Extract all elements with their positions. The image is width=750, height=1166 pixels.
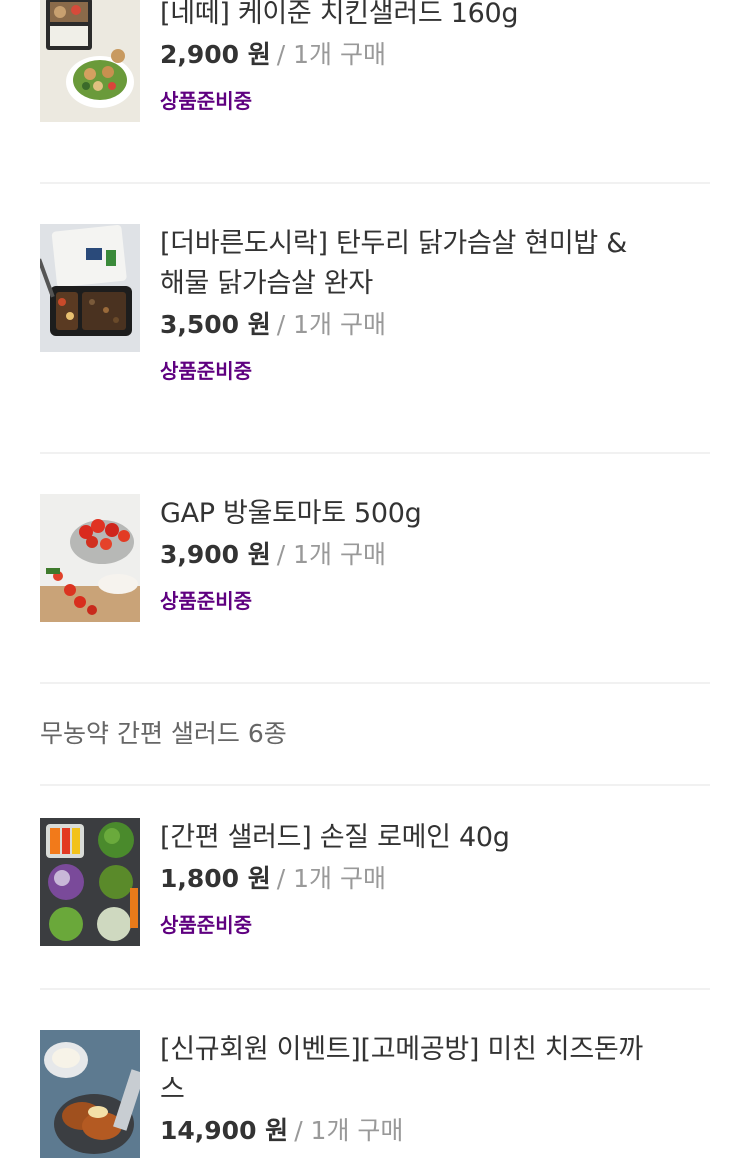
order-status-badge: 상품준비중	[160, 589, 252, 613]
divider	[40, 452, 710, 454]
order-status-badge: 상품준비중	[160, 89, 252, 113]
product-name[interactable]: [더바른도시락] 탄두리 닭가슴살 현미밥 & 해물 닭가슴살 완자	[160, 224, 710, 304]
purchase-quantity: / 1개 구매	[276, 540, 387, 569]
product-name[interactable]: GAP 방울토마토 500g	[160, 494, 710, 534]
purchase-quantity: / 1개 구매	[276, 864, 387, 893]
order-item-list[interactable]: [네떼] 케이준 치킨샐러드 160g 2,900 원/ 1개 구매 상품준비중	[0, 0, 750, 1166]
divider	[40, 988, 710, 990]
product-name[interactable]: [신규회원 이벤트][고메공방] 미친 치즈돈까 스	[160, 1030, 710, 1110]
divider	[40, 784, 710, 786]
product-name[interactable]: [간편 샐러드] 손질 로메인 40g	[160, 818, 710, 858]
product-price: 14,900 원	[160, 1116, 289, 1145]
purchase-quantity: / 1개 구매	[276, 310, 387, 339]
product-thumbnail-cherry-tomato[interactable]	[40, 494, 140, 622]
product-thumbnail-lunchbox[interactable]	[40, 224, 140, 352]
order-status-badge: 상품준비중	[160, 359, 252, 383]
product-name[interactable]: [네떼] 케이준 치킨샐러드 160g	[160, 0, 710, 34]
package-group-label: 무농약 간편 샐러드 6종	[40, 719, 287, 748]
product-price: 1,800 원	[160, 864, 271, 893]
purchase-quantity: / 1개 구매	[276, 40, 387, 69]
product-thumbnail-chicken-salad[interactable]	[40, 0, 140, 122]
product-thumbnail-romaine[interactable]	[40, 818, 140, 946]
product-price: 2,900 원	[160, 40, 271, 69]
divider	[40, 182, 710, 184]
product-thumbnail-pork-cutlet[interactable]	[40, 1030, 140, 1158]
product-price: 3,900 원	[160, 540, 271, 569]
purchase-quantity: / 1개 구매	[294, 1116, 404, 1145]
divider	[40, 682, 710, 684]
order-status-badge: 상품준비중	[160, 913, 252, 937]
product-price: 3,500 원	[160, 310, 271, 339]
